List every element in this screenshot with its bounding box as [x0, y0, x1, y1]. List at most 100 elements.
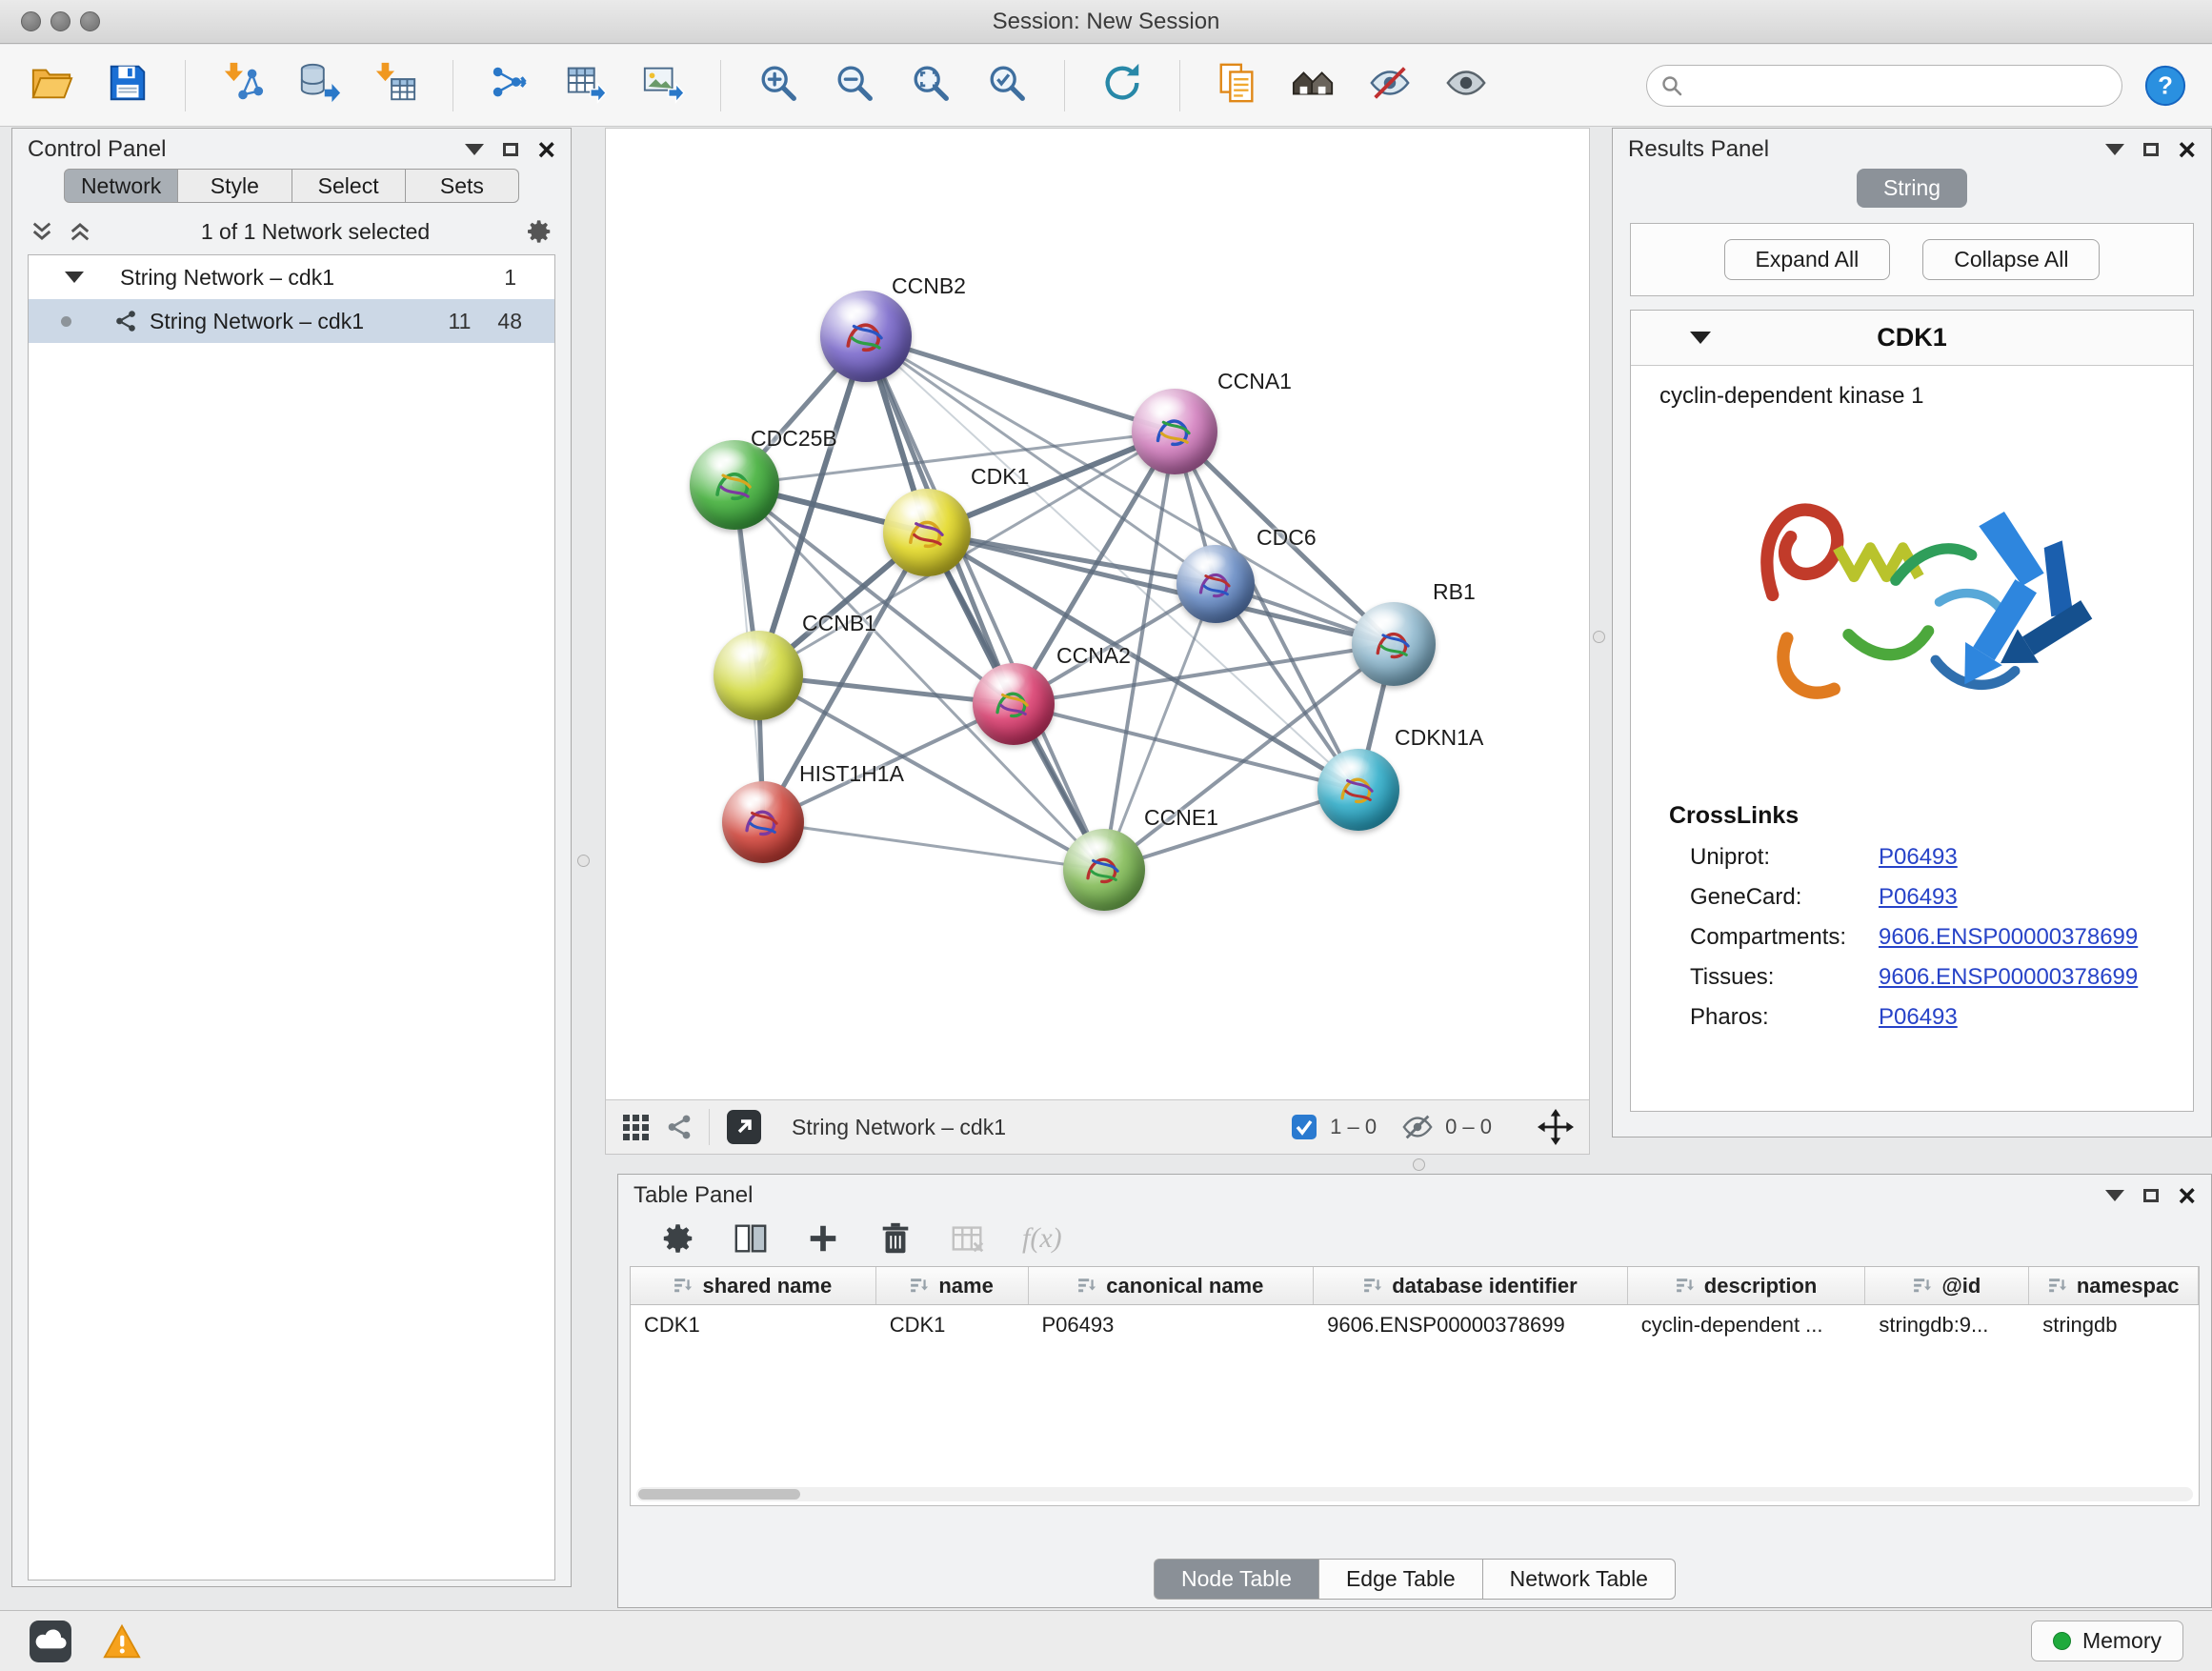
grid-view-icon[interactable] — [621, 1113, 650, 1141]
network-row[interactable]: String Network – cdk1 11 48 — [29, 299, 554, 343]
panel-collapse-icon[interactable] — [465, 144, 484, 155]
window-close-button[interactable] — [21, 11, 41, 31]
selected-indicator-icon[interactable] — [1290, 1113, 1318, 1141]
network-node-CCNB2[interactable] — [820, 291, 912, 382]
open-session-button[interactable] — [25, 59, 78, 112]
column-header--id[interactable]: @id — [1865, 1267, 2029, 1304]
memory-button[interactable]: Memory — [2031, 1621, 2183, 1661]
column-header-description[interactable]: description — [1628, 1267, 1866, 1304]
collapse-all-button[interactable]: Collapse All — [1922, 239, 2100, 280]
network-collection-row[interactable]: String Network – cdk1 1 — [29, 255, 554, 299]
window-zoom-button[interactable] — [80, 11, 100, 31]
panel-close-icon[interactable]: × — [537, 140, 555, 159]
splitter-handle[interactable] — [577, 855, 590, 867]
table-horizontal-scrollbar[interactable] — [636, 1487, 2193, 1501]
export-table-button[interactable] — [560, 59, 613, 112]
zoom-in-button[interactable] — [752, 59, 805, 112]
tab-network[interactable]: Network — [64, 169, 178, 203]
tab-network-table[interactable]: Network Table — [1483, 1559, 1676, 1600]
crosslink-value[interactable]: P06493 — [1879, 884, 1958, 911]
column-header-shared-name[interactable]: shared name — [631, 1267, 876, 1304]
copy-document-button[interactable] — [1211, 59, 1264, 112]
table-panel-title: Table Panel — [633, 1182, 753, 1209]
network-node-CCNA2[interactable] — [973, 663, 1055, 745]
results-float-icon[interactable] — [2143, 143, 2159, 156]
network-node-CCNA1[interactable] — [1132, 389, 1217, 474]
column-header-name[interactable]: name — [876, 1267, 1029, 1304]
network-icon — [113, 309, 138, 333]
refresh-layout-button[interactable] — [1096, 59, 1149, 112]
first-neighbors-button[interactable] — [1287, 59, 1340, 112]
splitter-handle[interactable] — [1413, 1158, 1425, 1171]
table-close-icon[interactable]: × — [2178, 1186, 2196, 1205]
cloud-icon[interactable] — [29, 1620, 72, 1663]
delete-column-icon[interactable] — [877, 1220, 914, 1257]
table-settings-gear-icon[interactable] — [660, 1220, 696, 1257]
pan-mode-icon[interactable] — [1538, 1109, 1574, 1145]
network-node-CDKN1A[interactable] — [1317, 749, 1399, 831]
crosslink-value[interactable]: P06493 — [1879, 844, 1958, 871]
network-node-RB1[interactable] — [1352, 602, 1436, 686]
tab-string[interactable]: String — [1857, 169, 1967, 208]
crosslink-value[interactable]: 9606.ENSP00000378699 — [1879, 924, 2138, 951]
network-node-HIST1H1A[interactable] — [722, 781, 804, 863]
help-button[interactable]: ? — [2143, 64, 2187, 108]
tree-expand-icon[interactable] — [65, 272, 84, 283]
column-header-namespac[interactable]: namespac — [2029, 1267, 2199, 1304]
gene-collapse-icon[interactable] — [1690, 332, 1711, 344]
scrollbar-thumb[interactable] — [638, 1489, 800, 1500]
table-panel: Table Panel × f(x) shared namenamecanoni… — [617, 1174, 2212, 1608]
crosslink-value[interactable]: P06493 — [1879, 1004, 1958, 1031]
table-row[interactable]: CDK1CDK1P064939606.ENSP00000378699cyclin… — [631, 1305, 2199, 1343]
network-node-CDC25B[interactable] — [690, 440, 779, 530]
tab-edge-table[interactable]: Edge Table — [1319, 1559, 1483, 1600]
network-node-CCNB1[interactable] — [714, 631, 803, 720]
network-options-gear-icon[interactable] — [525, 217, 553, 246]
hide-selected-button[interactable] — [1363, 59, 1417, 112]
network-node-CCNE1[interactable] — [1063, 829, 1145, 911]
zoom-selected-button[interactable] — [980, 59, 1034, 112]
search-box[interactable] — [1646, 65, 2122, 107]
results-collapse-icon[interactable] — [2105, 144, 2124, 155]
results-panel: Results Panel × String Expand All Collap… — [1612, 128, 2212, 1137]
results-close-icon[interactable]: × — [2178, 140, 2196, 159]
save-session-button[interactable] — [101, 59, 154, 112]
tab-select[interactable]: Select — [292, 169, 406, 203]
network-node-CDK1[interactable] — [883, 489, 971, 576]
zoom-out-button[interactable] — [828, 59, 881, 112]
search-input[interactable] — [1693, 73, 2108, 98]
edge-count: 48 — [497, 309, 522, 334]
tab-style[interactable]: Style — [178, 169, 292, 203]
export-image-button[interactable] — [636, 59, 690, 112]
new-network-button[interactable] — [484, 59, 537, 112]
expand-all-icon[interactable] — [68, 219, 92, 244]
gene-header[interactable]: CDK1 — [1631, 311, 2193, 366]
table-float-icon[interactable] — [2143, 1189, 2159, 1202]
network-node-CDC6[interactable] — [1176, 545, 1255, 623]
crosslink-row: Compartments:9606.ENSP00000378699 — [1631, 917, 2193, 957]
column-header-canonical-name[interactable]: canonical name — [1029, 1267, 1315, 1304]
table-collapse-icon[interactable] — [2105, 1190, 2124, 1201]
show-columns-icon[interactable] — [733, 1220, 769, 1257]
hidden-indicator-icon[interactable] — [1401, 1111, 1434, 1143]
import-network-file-button[interactable] — [216, 59, 270, 112]
window-minimize-button[interactable] — [50, 11, 70, 31]
import-table-button[interactable] — [369, 59, 422, 112]
birdseye-view-icon[interactable] — [665, 1113, 694, 1141]
add-column-icon[interactable] — [805, 1220, 841, 1257]
show-all-button[interactable] — [1439, 59, 1493, 112]
expand-all-button[interactable]: Expand All — [1724, 239, 1891, 280]
column-header-database-identifier[interactable]: database identifier — [1314, 1267, 1628, 1304]
zoom-fit-button[interactable] — [904, 59, 957, 112]
tab-sets[interactable]: Sets — [406, 169, 519, 203]
tab-node-table[interactable]: Node Table — [1154, 1559, 1319, 1600]
splitter-handle[interactable] — [1593, 631, 1605, 643]
crosslink-value[interactable]: 9606.ENSP00000378699 — [1879, 964, 2138, 991]
export-view-button[interactable] — [725, 1108, 763, 1146]
warning-icon[interactable] — [103, 1622, 141, 1661]
import-network-database-button[interactable] — [292, 59, 346, 112]
column-header-label: shared name — [702, 1274, 832, 1299]
panel-float-icon[interactable] — [503, 143, 518, 156]
collapse-all-icon[interactable] — [30, 219, 54, 244]
network-canvas[interactable]: CCNB2CCNA1CDC25BCDK1CDC6RB1CCNB1CCNA2CDK… — [606, 129, 1589, 1099]
